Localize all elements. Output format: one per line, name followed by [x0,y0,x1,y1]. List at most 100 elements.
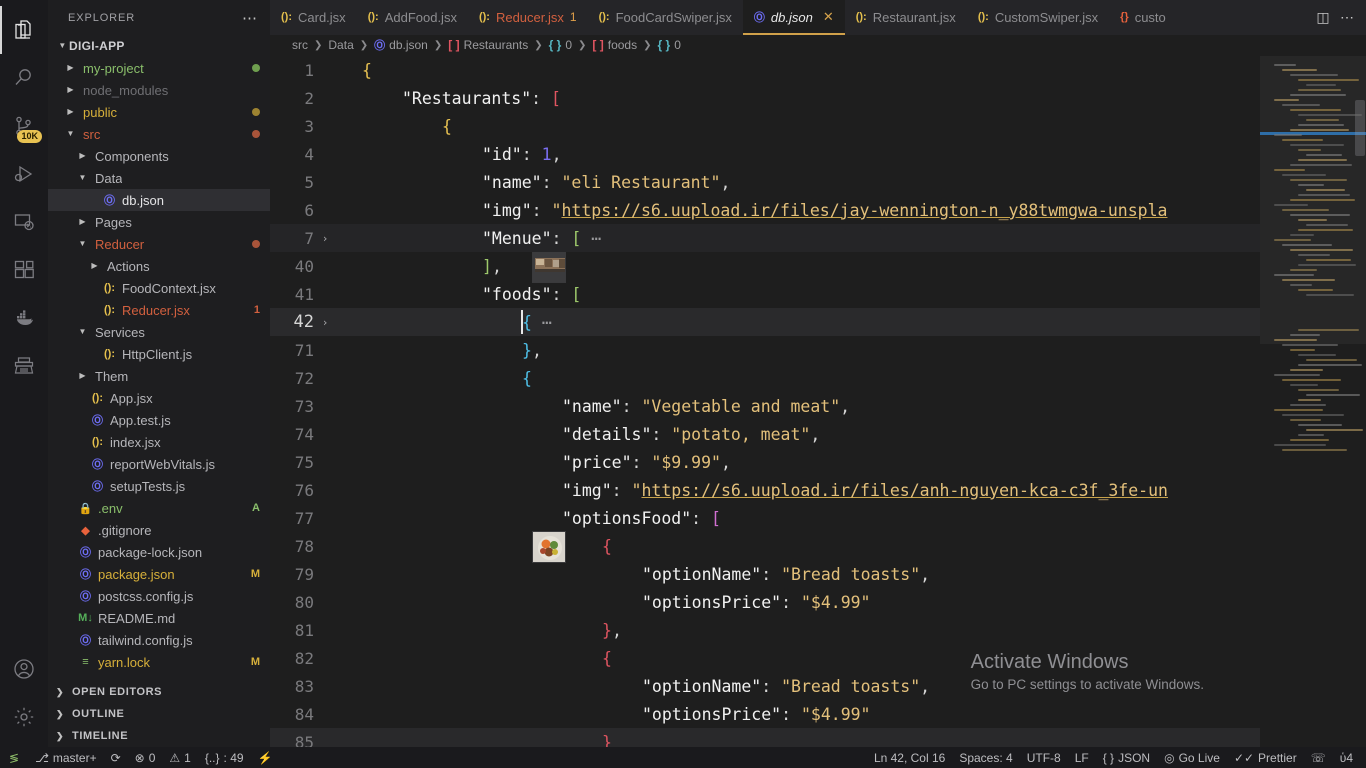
status-encoding[interactable]: UTF-8 [1020,747,1068,768]
code-line[interactable]: 75 "price": "$9.99", [270,448,1260,476]
tree-item-index-jsx[interactable]: (): index.jsx [48,431,270,453]
code-line[interactable]: 83 "optionName": "Bread toasts", [270,672,1260,700]
code-line[interactable]: 7 › "Menue": [ ⋯ [270,224,1260,253]
tree-item-node-modules[interactable]: ▶ node_modules [48,79,270,101]
status-problems-warnings[interactable]: ⚠ 1 [162,747,197,768]
status-language-mode[interactable]: { } JSON [1096,747,1157,768]
code-text[interactable]: { [352,117,452,136]
activity-item-docker[interactable] [0,294,48,342]
code-line[interactable]: 72 { [270,364,1260,392]
code-text[interactable]: }, [352,621,622,640]
code-line[interactable]: 77 "optionsFood": [ [270,504,1260,532]
tree-item-httpclient-js[interactable]: (): HttpClient.js [48,343,270,365]
code-text[interactable]: { [352,649,612,668]
code-text[interactable]: "Menue": [ ⋯ [352,229,601,248]
editor-tab-card-jsx[interactable]: (): Card.jsx [270,0,357,35]
code-text[interactable]: "optionsPrice": "$4.99" [352,593,871,612]
code-line[interactable]: 1{ [270,56,1260,84]
status-problems-errors[interactable]: ⊗ 0 [128,747,163,768]
breadcrumb-item-foods[interactable]: [ ] foods [590,38,639,52]
minimap[interactable] [1260,56,1366,747]
code-text[interactable]: "optionsPrice": "$4.99" [352,705,871,724]
code-text[interactable]: "details": "potato, meat", [352,425,820,444]
code-line[interactable]: 73 "name": "Vegetable and meat", [270,392,1260,420]
code-text[interactable]: "name": "eli Restaurant", [352,173,730,192]
tree-item-reducer[interactable]: ▼ Reducer [48,233,270,255]
sidebar-more-actions-icon[interactable]: ⋯ [236,9,264,27]
status-feedback[interactable]: ☏ [1304,747,1333,768]
code-text[interactable]: }, [352,341,542,360]
code-line[interactable]: 71}, [270,336,1260,364]
breadcrumb-item-0[interactable]: { } 0 [656,38,683,52]
status-remote-window[interactable]: ≶ [0,747,28,768]
code-text[interactable]: ], [352,257,502,276]
status-prettier[interactable]: ✓✓ Prettier [1227,747,1304,768]
sidebar-section-open-editors[interactable]: ❯ OPEN EDITORS [48,681,270,703]
breadcrumb-item-db-json[interactable]: Ⓞdb.json [372,37,430,53]
code-text[interactable]: "id": 1, [352,145,562,164]
code-content[interactable]: 1{2 "Restaurants": [3{4 "id": 1, 5 "name": "… [270,56,1260,747]
close-icon[interactable]: ✕ [819,9,834,25]
editor-tab-addfood-jsx[interactable]: (): AddFood.jsx [356,0,468,35]
code-text[interactable]: "name": "Vegetable and meat", [352,397,850,416]
code-line[interactable]: 4 "id": 1, [270,140,1260,168]
code-text[interactable]: { ⋯ [352,313,552,332]
tree-item-readme-md[interactable]: M↓ README.md [48,607,270,629]
tree-item-yarn-lock[interactable]: ≡ yarn.lock M [48,651,270,673]
editor-tab-customswiper-jsx[interactable]: (): CustomSwiper.jsx [966,0,1110,35]
status-json-indent[interactable]: {..}: 49 [198,747,251,768]
code-text[interactable]: } [352,733,612,747]
tree-item-package-json[interactable]: Ⓞpackage.json M [48,563,270,585]
status-editor-position[interactable]: Ln 42, Col 16 [867,747,952,768]
editor-tab-db-json[interactable]: Ⓞdb.json ✕ [742,0,845,35]
status-sync-changes[interactable]: ⟳ [104,747,128,768]
code-text[interactable]: "foods": [ [352,285,581,304]
tree-item-app-test-js[interactable]: Ⓞ App.test.js [48,409,270,431]
activity-item-explorer[interactable] [0,6,48,54]
activity-item-manage[interactable] [0,693,48,741]
scrollbar-thumb[interactable] [1355,100,1365,157]
tree-item-reducer-jsx[interactable]: (): Reducer.jsx 1 [48,299,270,321]
tree-item-db-json[interactable]: Ⓞdb.json [48,189,270,211]
editor-tab-reducer-jsx[interactable]: (): Reducer.jsx 1 [467,0,588,35]
breadcrumb-item-src[interactable]: src [290,38,310,52]
tree-item-pages[interactable]: ▶ Pages [48,211,270,233]
tree-item-env[interactable]: 🔒 .env A [48,497,270,519]
tree-item-reportwebvitals-js[interactable]: ⓄreportWebVitals.js [48,453,270,475]
activity-item-run-and-debug[interactable] [0,150,48,198]
code-text[interactable]: "img": "https://s6.uupload.ir/files/jay-… [352,201,1167,220]
breadcrumb-item-restaurants[interactable]: [ ] Restaurants [446,38,530,52]
code-line[interactable]: 42 › { ⋯ [270,308,1260,337]
tree-item-tailwind-config-js[interactable]: Ⓞtailwind.config.js [48,629,270,651]
sidebar-section-timeline[interactable]: ❯ TIMELINE [48,725,270,747]
workspace-root-row[interactable]: ▼ DIGI-APP [48,35,270,57]
status-eol[interactable]: LF [1068,747,1096,768]
tree-item-actions[interactable]: ▶ Actions [48,255,270,277]
split-editor-icon[interactable]: ◫ [1312,5,1334,29]
code-text[interactable]: { [352,369,532,388]
code-line[interactable]: 78 { [270,532,1260,560]
code-line[interactable]: 3{ [270,112,1260,140]
sidebar-section-outline[interactable]: ❯ OUTLINE [48,703,270,725]
breadcrumb-item-0[interactable]: { } 0 [547,38,574,52]
activity-item-source-control[interactable]: 10K [0,102,48,150]
tree-item-them[interactable]: ▶ Them [48,365,270,387]
code-text[interactable]: "img": "https://s6.uupload.ir/files/anh-… [352,481,1168,500]
code-text[interactable]: "optionName": "Bread toasts", [352,677,930,696]
tree-item-gitignore[interactable]: ◆ .gitignore [48,519,270,541]
activity-item-extensions[interactable] [0,246,48,294]
activity-item-search[interactable] [0,54,48,102]
code-line[interactable]: 79 "optionName": "Bread toasts", [270,560,1260,588]
code-lines[interactable]: 1{2 "Restaurants": [3{4 "id": 1, 5 "name": "… [270,56,1260,747]
tree-item-data[interactable]: ▼ Data [48,167,270,189]
activity-item-test-explorer[interactable] [0,342,48,390]
tree-item-services[interactable]: ▼ Services [48,321,270,343]
code-line[interactable]: 85} [270,728,1260,747]
code-line[interactable]: 80 "optionsPrice": "$4.99" [270,588,1260,616]
tree-item-components[interactable]: ▶ Components [48,145,270,167]
status-go-live[interactable]: ◎ Go Live [1157,747,1227,768]
status-notifications-bell[interactable]: ὑ4 [1333,747,1360,768]
editor-scrollbar[interactable] [1352,56,1366,747]
code-line[interactable]: 40], [270,252,1260,280]
code-text[interactable]: "optionName": "Bread toasts", [352,565,930,584]
